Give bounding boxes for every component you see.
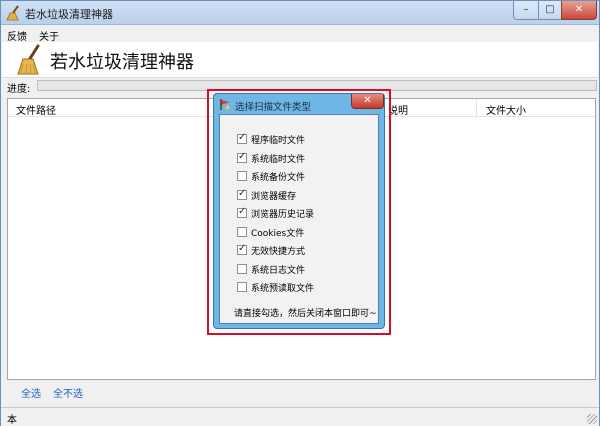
broom-icon — [6, 5, 19, 21]
scan-option-label: 无效快捷方式 — [251, 247, 306, 257]
scan-option-label: 系统日志文件 — [251, 265, 306, 276]
scan-option-label: 系统备份文件 — [251, 173, 306, 183]
title-bar[interactable]: 若水垃圾清理神器 – □ ✕ — [1, 1, 599, 25]
maximize-button[interactable]: □ — [538, 1, 562, 20]
scan-type-dialog: 选择扫描文件类型 ✕ ✓ 程序临时文件 ✓ 系统临时文件 系统备份文件 ✓ 浏览器缓存 ✓ 浏览… — [213, 93, 385, 329]
dialog-title-bar[interactable]: 选择扫描文件类型 ✕ — [214, 94, 384, 114]
checkbox[interactable]: ✓ — [237, 243, 247, 255]
flag-icon — [220, 99, 230, 110]
scan-option-label: 浏览器缓存 — [251, 191, 297, 202]
progress-label: 进度: — [7, 84, 31, 95]
check-icon: ✓ — [238, 150, 247, 162]
menu-about[interactable]: 关于 — [39, 28, 59, 43]
checkbox[interactable] — [237, 171, 247, 181]
check-icon: ✓ — [238, 187, 247, 199]
checkbox[interactable]: ✓ — [237, 187, 247, 200]
checkbox[interactable] — [237, 263, 247, 274]
dialog-close-button[interactable]: ✕ — [351, 94, 384, 109]
column-file-size[interactable]: 文件大小 — [486, 102, 526, 117]
select-all-link[interactable]: 全选 — [21, 385, 41, 400]
status-bar: 本 — [1, 407, 599, 426]
scan-option-label: 程序临时文件 — [251, 136, 306, 146]
checkbox[interactable]: ✓ — [237, 206, 247, 218]
column-description[interactable]: 说明 — [388, 102, 408, 117]
column-file-path[interactable]: 文件路径 — [16, 102, 56, 117]
scan-option-label: 系统预读取文件 — [251, 284, 315, 294]
status-text: 本 — [7, 415, 17, 426]
menu-bar: 反馈 关于 — [1, 26, 599, 43]
close-button[interactable]: ✕ — [561, 1, 597, 20]
column-divider[interactable] — [476, 99, 477, 117]
app-title: 若水垃圾清理神器 — [50, 52, 194, 73]
checkbox[interactable]: ✓ — [237, 132, 247, 144]
select-none-link[interactable]: 全不选 — [53, 385, 83, 400]
scan-option-label: 系统临时文件 — [251, 154, 306, 165]
broom-icon — [17, 44, 40, 75]
check-icon: ✓ — [238, 132, 247, 143]
checkbox[interactable]: ✓ — [237, 150, 247, 163]
dialog-body: ✓ 程序临时文件 ✓ 系统临时文件 系统备份文件 ✓ 浏览器缓存 ✓ 浏览器历史记录 Cookie… — [219, 114, 379, 324]
window-title: 若水垃圾清理神器 — [25, 8, 113, 21]
checkbox[interactable] — [237, 226, 247, 237]
dialog-title: 选择扫描文件类型 — [235, 102, 312, 113]
minimize-button[interactable]: – — [513, 1, 539, 20]
scan-option-label: Cookies文件 — [251, 228, 305, 239]
menu-feedback[interactable]: 反馈 — [7, 28, 27, 43]
checkbox[interactable] — [237, 282, 247, 292]
dialog-hint: 请直接勾选，然后关闭本窗口即可~ — [234, 309, 377, 319]
check-icon: ✓ — [238, 243, 247, 254]
scan-option-label: 浏览器历史记录 — [251, 210, 315, 220]
app-header: 若水垃圾清理神器 — [2, 42, 598, 78]
resize-grip-icon[interactable] — [587, 414, 597, 424]
check-icon: ✓ — [238, 206, 247, 217]
